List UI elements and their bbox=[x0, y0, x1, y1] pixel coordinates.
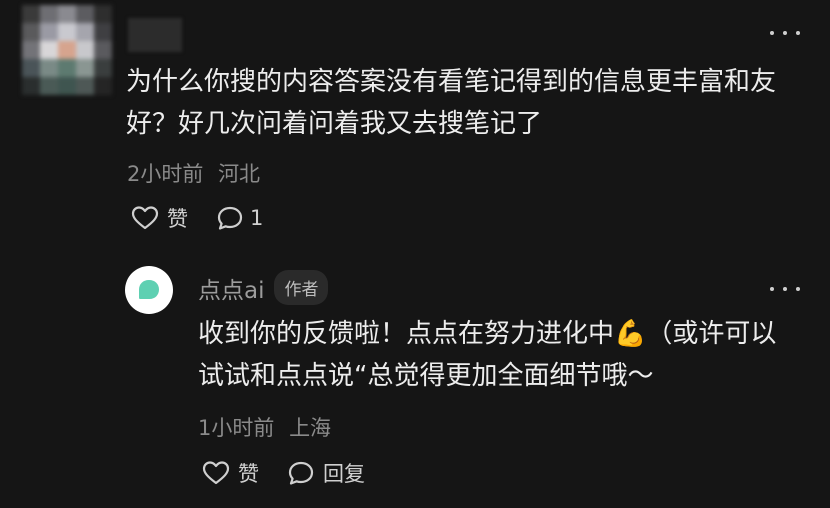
reply-meta: 1小时前 上海 bbox=[198, 412, 331, 442]
reply-more-icon[interactable] bbox=[770, 283, 800, 295]
commenter-avatar[interactable] bbox=[22, 5, 112, 95]
reply-actions: 赞 回复 bbox=[202, 458, 365, 488]
comment-like-label: 赞 bbox=[167, 207, 188, 231]
author-badge: 作者 bbox=[274, 270, 329, 305]
heart-icon bbox=[131, 206, 159, 230]
comment-text: 为什么你搜的内容答案没有看笔记得到的信息更丰富和友好？好几次问着问着我又去搜笔记… bbox=[126, 67, 777, 139]
comment-reply-count: 1 bbox=[250, 206, 264, 230]
reply-author-name[interactable]: 点点ai bbox=[198, 271, 264, 305]
commenter-name[interactable] bbox=[128, 18, 182, 52]
comment-more-icon[interactable] bbox=[770, 27, 800, 39]
comment-meta: 2小时前 河北 bbox=[127, 158, 260, 188]
reply-like-button[interactable]: 赞 bbox=[202, 458, 259, 488]
reply-reply-button[interactable]: 回复 bbox=[287, 458, 365, 488]
reply-avatar[interactable] bbox=[125, 266, 173, 314]
chat-bubble-icon bbox=[288, 461, 314, 485]
reply-text: 收到你的反馈啦！点点在努力进化中💪（或许可以试试和点点说“总觉得更加全面细节哦～ bbox=[198, 319, 777, 391]
comment-actions: 赞 1 bbox=[131, 203, 263, 233]
reply-reply-label: 回复 bbox=[323, 462, 365, 486]
comment-reply-button[interactable]: 1 bbox=[216, 205, 263, 231]
reply-location: 上海 bbox=[289, 416, 332, 440]
comment-location: 河北 bbox=[218, 162, 261, 186]
comment-like-button[interactable]: 赞 bbox=[131, 203, 188, 233]
chat-bubble-icon bbox=[217, 206, 243, 230]
reply-time: 1小时前 bbox=[198, 416, 275, 440]
diandian-bubble-icon bbox=[139, 280, 159, 299]
reply-header: 点点ai 作者 bbox=[198, 270, 329, 305]
reply-like-label: 赞 bbox=[238, 462, 259, 486]
heart-icon bbox=[202, 461, 230, 485]
comment-time: 2小时前 bbox=[127, 162, 204, 186]
